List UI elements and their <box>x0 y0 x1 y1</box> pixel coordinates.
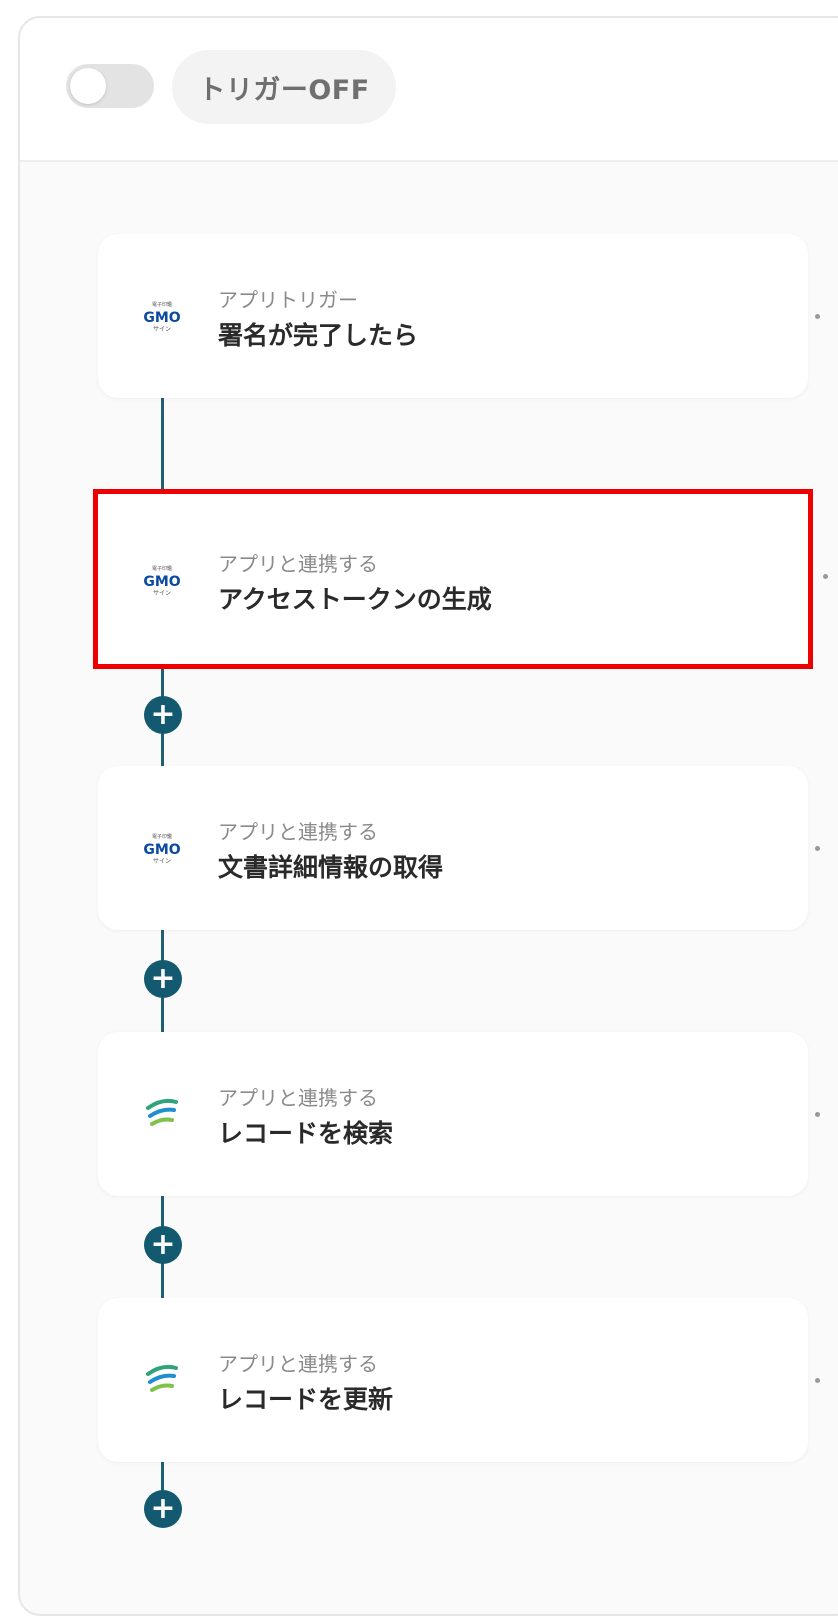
flow-step-card[interactable]: アプリと連携する レコードを更新 <box>98 1298 820 1462</box>
trigger-toggle[interactable] <box>66 64 154 108</box>
card-handle-dot <box>823 574 828 579</box>
flow-step-card-highlighted[interactable]: 電子印鑑 GMO サイン アプリと連携する アクセストークンの生成 <box>93 489 828 669</box>
kintone-wave-icon <box>134 1358 190 1402</box>
step-type-label: アプリと連携する <box>218 1352 378 1376</box>
step-type-label: アプリと連携する <box>218 1086 378 1110</box>
step-type-label: アプリと連携する <box>218 820 378 844</box>
step-type-label: アプリトリガー <box>218 288 358 312</box>
svg-text:電子印鑑: 電子印鑑 <box>152 565 172 572</box>
card-handle-dot <box>815 846 820 851</box>
trigger-status-label: トリガーOFF <box>172 50 396 124</box>
svg-text:サイン: サイン <box>153 326 171 333</box>
step-title: レコードを更新 <box>218 1385 394 1414</box>
kintone-wave-icon <box>134 1092 190 1136</box>
svg-text:GMO: GMO <box>143 310 180 326</box>
step-title: アクセストークンの生成 <box>218 585 492 614</box>
gmo-sign-icon: 電子印鑑 GMO サイン <box>134 826 190 870</box>
add-step-button[interactable]: + <box>144 1490 182 1528</box>
add-step-button[interactable]: + <box>144 696 182 734</box>
card-handle-dot <box>815 1112 820 1117</box>
svg-text:電子印鑑: 電子印鑑 <box>152 301 172 308</box>
flow-panel: トリガーOFF + + + + 電子印鑑 GMO サイン アプリトリガー 署名が… <box>18 16 838 1616</box>
step-title: 署名が完了したら <box>218 321 419 350</box>
flow-step-card[interactable]: 電子印鑑 GMO サイン アプリと連携する 文書詳細情報の取得 <box>98 766 820 930</box>
toggle-knob <box>70 68 106 104</box>
step-type-label: アプリと連携する <box>218 552 378 576</box>
svg-text:電子印鑑: 電子印鑑 <box>152 833 172 840</box>
add-step-button[interactable]: + <box>144 960 182 998</box>
svg-text:サイン: サイン <box>153 590 171 597</box>
svg-text:GMO: GMO <box>143 574 180 590</box>
card-handle-dot <box>815 314 820 319</box>
flow-step-card[interactable]: アプリと連携する レコードを検索 <box>98 1032 820 1196</box>
svg-text:サイン: サイン <box>153 858 171 865</box>
gmo-sign-icon: 電子印鑑 GMO サイン <box>134 294 190 338</box>
flow-header: トリガーOFF <box>20 18 838 162</box>
add-step-button[interactable]: + <box>144 1226 182 1264</box>
svg-text:GMO: GMO <box>143 842 180 858</box>
connector-line <box>161 396 164 506</box>
flow-step-card[interactable]: 電子印鑑 GMO サイン アプリトリガー 署名が完了したら <box>98 234 820 398</box>
step-title: 文書詳細情報の取得 <box>218 853 444 882</box>
card-handle-dot <box>815 1378 820 1383</box>
gmo-sign-icon: 電子印鑑 GMO サイン <box>134 558 190 602</box>
step-title: レコードを検索 <box>218 1119 394 1148</box>
